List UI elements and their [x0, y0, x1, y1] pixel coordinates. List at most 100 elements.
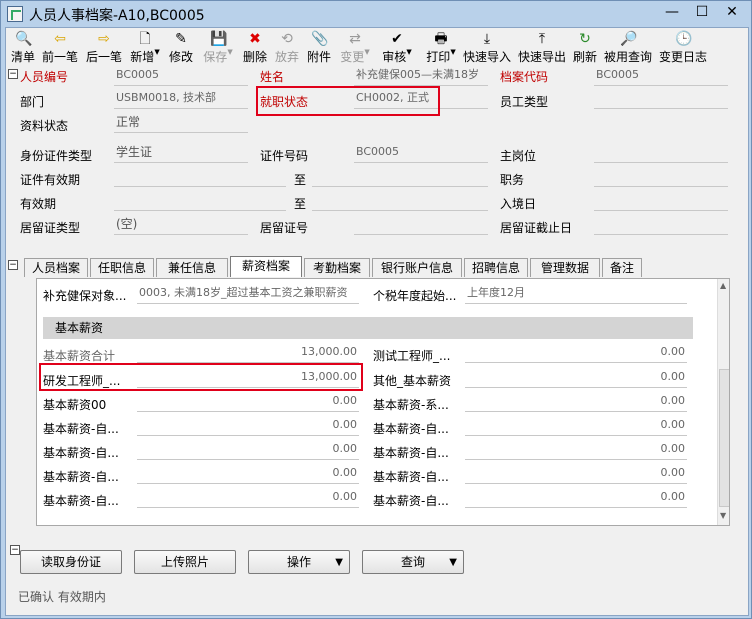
salary-right-label-2: 基本薪资-系... [373, 398, 449, 412]
basic-salary-section-header: 基本薪资 [43, 317, 693, 339]
tab-salary-archive[interactable]: 薪资档案 [230, 256, 302, 277]
delete-icon: ✖ [249, 31, 261, 47]
salary-left-value-0[interactable]: 13,000.00 [137, 343, 359, 363]
new-button[interactable]: 🗋 新增▼ [128, 28, 162, 68]
tab-recruitment[interactable]: 招聘信息 [464, 258, 528, 277]
dropdown-arrow-icon: ▼ [335, 557, 343, 568]
change-icon: ⇄ [349, 31, 361, 47]
prev-record-button[interactable]: ⇦ 前一笔 [40, 28, 80, 68]
discard-button[interactable]: ⟲ 放弃 [272, 28, 302, 68]
salary-right-value-4[interactable]: 0.00 [465, 440, 687, 460]
salary-left-label-0: 基本薪资合计 [43, 349, 116, 363]
residence-no-label: 居留证号 [260, 221, 309, 235]
staff-no-label: 人员编号 [20, 70, 69, 84]
entry-date-field[interactable] [594, 191, 728, 211]
scroll-thumb[interactable] [719, 369, 729, 507]
tab-attendance-archive[interactable]: 考勤档案 [304, 258, 370, 277]
save-button[interactable]: 💾 保存▼ [202, 28, 234, 68]
salary-right-value-6[interactable]: 0.00 [465, 488, 687, 508]
salary-left-value-2[interactable]: 0.00 [137, 392, 359, 412]
salary-left-value-3[interactable]: 0.00 [137, 416, 359, 436]
insurance-object-field[interactable]: 0003, 未满18岁_超过基本工资之兼职薪资 [137, 284, 359, 304]
minimize-button[interactable]: — [657, 1, 687, 23]
change-log-button[interactable]: 🕒 变更日志 [656, 28, 710, 68]
salary-left-value-6[interactable]: 0.00 [137, 488, 359, 508]
tab-concurrent-info[interactable]: 兼任信息 [156, 258, 228, 277]
id-valid-from-field[interactable] [114, 167, 286, 187]
name-field[interactable]: 补充健保005—未满18岁 [354, 66, 488, 86]
attachment-button[interactable]: 📎 附件 [304, 28, 334, 68]
dept-field[interactable]: USBM0018, 技术部 [114, 89, 248, 109]
tab-remarks[interactable]: 备注 [602, 258, 642, 277]
valid-from-field[interactable] [114, 191, 286, 211]
maximize-button[interactable]: ☐ [687, 1, 717, 23]
delete-button[interactable]: ✖ 删除 [240, 28, 270, 68]
salary-left-label-2: 基本薪资00 [43, 398, 107, 412]
salary-left-value-4[interactable]: 0.00 [137, 440, 359, 460]
app-window: 人员人事档案-A10,BC0005 — ☐ ✕ 🔍 清单 ⇦ 前一笔 ⇨ 后一笔 🗋 新… [0, 0, 752, 619]
id-type-field[interactable]: 学生证 [114, 143, 248, 163]
salary-right-value-5[interactable]: 0.00 [465, 464, 687, 484]
main-post-label: 主岗位 [500, 149, 537, 163]
tab-staff-archive[interactable]: 人员档案 [24, 258, 88, 277]
close-button[interactable]: ✕ [717, 1, 747, 23]
undo-icon: ⟲ [281, 31, 293, 47]
salary-right-value-1[interactable]: 0.00 [465, 368, 687, 388]
duty-field[interactable] [594, 167, 728, 187]
refresh-icon: ↻ [579, 31, 591, 47]
scroll-up-icon[interactable]: ▲ [720, 281, 726, 290]
residence-type-field[interactable]: (空) [114, 215, 248, 235]
edit-button[interactable]: ✎ 修改 [166, 28, 196, 68]
id-valid-to-field[interactable] [312, 167, 488, 187]
audit-icon: ✔ [391, 31, 403, 47]
salary-left-value-5[interactable]: 0.00 [137, 464, 359, 484]
archive-code-label: 档案代码 [500, 70, 549, 84]
refresh-button[interactable]: ↻ 刷新 [570, 28, 600, 68]
audit-button[interactable]: ✔ 审核▼ [380, 28, 414, 68]
salary-right-value-0[interactable]: 0.00 [465, 343, 687, 363]
list-button[interactable]: 🔍 清单 [8, 28, 38, 68]
id-no-field[interactable]: BC0005 [354, 143, 488, 163]
staff-no-field[interactable]: BC0005 [114, 66, 248, 86]
archive-code-field[interactable]: BC0005 [594, 66, 728, 86]
collapse-header-toggle[interactable]: − [8, 69, 18, 79]
tab-management-data[interactable]: 管理数据 [530, 258, 600, 277]
quick-export-button[interactable]: ⤒ 快速导出 [516, 28, 568, 68]
emp-type-label: 员工类型 [500, 95, 549, 109]
data-status-field[interactable]: 正常 [114, 113, 248, 133]
client-area: 🔍 清单 ⇦ 前一笔 ⇨ 后一笔 🗋 新增▼ ✎ 修改 💾 保存▼ ✖ 删除 ⟲ 放弃 📎 附件 … [5, 27, 749, 616]
tax-year-start-field[interactable]: 上年度12月 [465, 284, 687, 304]
valid-to-field[interactable] [312, 191, 488, 211]
query-dropdown-button[interactable]: 查询 ▼ [362, 550, 464, 574]
printer-icon: 🖶 [434, 31, 448, 47]
salary-vertical-scrollbar[interactable]: ▲ ▼ [717, 279, 729, 525]
main-post-field[interactable] [594, 143, 728, 163]
scroll-down-icon[interactable]: ▼ [720, 511, 726, 520]
salary-right-label-1: 其他_基本薪资 [373, 374, 452, 388]
dropdown-arrow-icon: ▼ [364, 48, 370, 56]
collapse-bottom-toggle[interactable]: − [10, 545, 20, 555]
next-record-button[interactable]: ⇨ 后一笔 [84, 28, 124, 68]
print-button[interactable]: 🖶 打印▼ [424, 28, 458, 68]
arrow-right-icon: ⇨ [98, 31, 110, 47]
usage-query-button[interactable]: 🔎 被用查询 [602, 28, 654, 68]
tab-bank-account[interactable]: 银行账户信息 [372, 258, 462, 277]
valid-to-label: 至 [294, 197, 307, 211]
residence-no-field[interactable] [354, 215, 488, 235]
residence-end-field[interactable] [594, 215, 728, 235]
search-icon: 🔍 [15, 31, 33, 47]
emp-type-field[interactable] [594, 89, 728, 109]
tab-position-info[interactable]: 任职信息 [90, 258, 154, 277]
highlight-rd-engineer-row [39, 363, 363, 391]
quick-import-button[interactable]: ⤓ 快速导入 [461, 28, 513, 68]
data-status-label: 资料状态 [20, 119, 69, 133]
dropdown-arrow-icon: ▼ [450, 48, 456, 56]
collapse-tabs-toggle[interactable]: − [8, 260, 18, 270]
change-button[interactable]: ⇄ 变更▼ [338, 28, 372, 68]
salary-right-value-3[interactable]: 0.00 [465, 416, 687, 436]
salary-right-value-2[interactable]: 0.00 [465, 392, 687, 412]
read-id-card-button[interactable]: 读取身份证 [20, 550, 122, 574]
operation-dropdown-button[interactable]: 操作 ▼ [248, 550, 350, 574]
upload-photo-button[interactable]: 上传照片 [134, 550, 236, 574]
new-document-icon: 🗋 [139, 31, 151, 47]
